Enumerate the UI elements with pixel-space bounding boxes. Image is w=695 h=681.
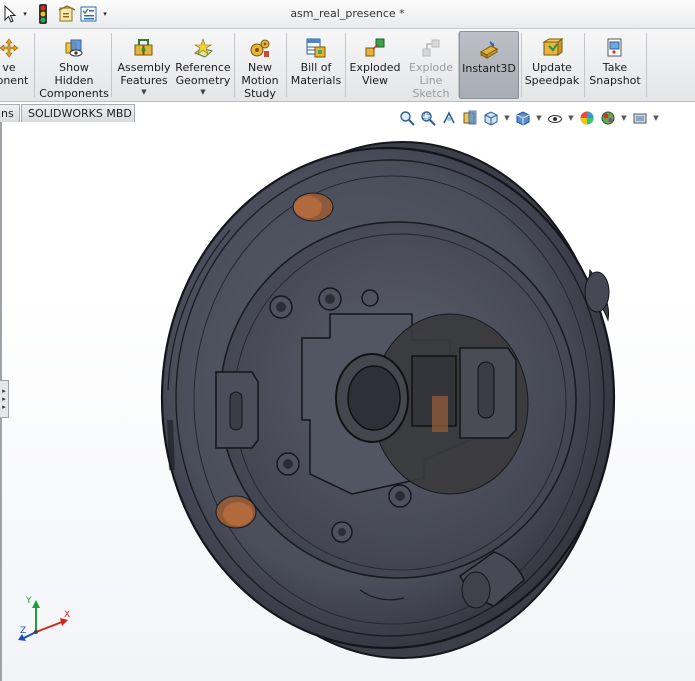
triad-y-label: Y — [26, 596, 32, 606]
ribbon-separator — [345, 33, 346, 97]
reference-triad: Y X Z — [16, 596, 76, 646]
command-manager-ribbon: ve ponent Show Hidden Components Assembl… — [0, 29, 695, 102]
chevron-down-icon[interactable]: ▼ — [652, 114, 660, 122]
explode-line-sketch-label: Explode Line Sketch — [409, 61, 453, 100]
instant3d-label: Instant3D — [462, 62, 516, 75]
window-title: asm_real_presence * — [290, 7, 405, 20]
assembly-features-button[interactable]: Assembly Features ▼ — [114, 31, 174, 99]
tab-solidworks-mbd[interactable]: SOLIDWORKS MBD — [21, 104, 135, 122]
chevron-down-icon[interactable]: ▼ — [535, 114, 543, 122]
explode-line-sketch-button[interactable]: Explode Line Sketch — [404, 31, 458, 100]
move-component-label: ve ponent — [0, 61, 29, 87]
ribbon-separator — [286, 33, 287, 97]
view-settings-icon[interactable] — [631, 109, 649, 127]
bill-of-materials-icon — [305, 37, 327, 59]
chevron-down-icon[interactable]: ▼ — [141, 88, 146, 97]
speedpak-icon — [541, 37, 564, 59]
ribbon-separator — [646, 33, 647, 97]
apply-scene-icon[interactable] — [599, 109, 617, 127]
zoom-to-fit-icon[interactable] — [398, 109, 416, 127]
triad-z-label: Z — [20, 626, 27, 636]
show-hidden-icon — [63, 37, 85, 59]
heads-up-view-toolbar: ▼ ▼ ▼ ▼ ▼ — [398, 108, 660, 128]
section-view-icon[interactable] — [461, 109, 479, 127]
explode-line-sketch-icon — [420, 37, 442, 59]
bill-of-materials-button[interactable]: Bill of Materials — [288, 31, 344, 99]
move-component-button[interactable]: ve ponent — [0, 31, 32, 99]
take-snapshot-label: Take Snapshot — [589, 61, 641, 87]
hide-show-items-icon[interactable] — [546, 109, 564, 127]
bill-of-materials-label: Bill of Materials — [290, 61, 342, 87]
exploded-view-icon — [364, 37, 386, 59]
panel-expand-handle[interactable]: ▸ ▸ ▸ — [0, 380, 9, 418]
instant3d-icon — [478, 38, 500, 60]
tab-partial[interactable]: ns — [0, 104, 20, 122]
exploded-view-button[interactable]: Exploded View — [347, 31, 403, 99]
show-hidden-components-button[interactable]: Show Hidden Components — [38, 31, 110, 100]
edit-appearance-icon[interactable] — [578, 109, 596, 127]
motion-study-icon — [249, 37, 271, 59]
new-motion-study-label: New Motion Study — [241, 61, 279, 100]
update-speedpak-label: Update Speedpak — [524, 61, 580, 87]
assembly-features-icon — [133, 37, 155, 59]
assembly-model-render[interactable] — [0, 122, 695, 681]
previous-view-icon[interactable] — [440, 109, 458, 127]
assembly-features-label: Assembly Features — [117, 61, 171, 87]
triad-x-label: X — [64, 610, 71, 620]
instant3d-button[interactable]: Instant3D — [459, 31, 519, 99]
view-orientation-icon[interactable] — [482, 109, 500, 127]
reference-geometry-label: Reference Geometry — [175, 61, 231, 87]
chevron-down-icon[interactable]: ▼ — [620, 114, 628, 122]
reference-geometry-button[interactable]: Reference Geometry ▼ — [174, 31, 232, 99]
chevron-down-icon[interactable]: ▼ — [200, 88, 205, 97]
exploded-view-label: Exploded View — [349, 61, 401, 87]
ribbon-separator — [34, 33, 35, 97]
take-snapshot-button[interactable]: Take Snapshot — [586, 31, 644, 99]
reference-geometry-icon — [192, 37, 214, 59]
move-component-icon — [0, 37, 20, 59]
graphics-area[interactable] — [0, 122, 695, 681]
snapshot-icon — [604, 37, 626, 59]
title-bar: ▾ ▾ asm_real_presence * — [0, 0, 695, 29]
ribbon-separator — [584, 33, 585, 97]
zoom-to-area-icon[interactable] — [419, 109, 437, 127]
chevron-down-icon[interactable]: ▼ — [503, 114, 511, 122]
update-speedpak-button[interactable]: Update Speedpak — [522, 31, 582, 99]
ribbon-separator — [111, 33, 112, 97]
new-motion-study-button[interactable]: New Motion Study — [236, 31, 284, 100]
show-hidden-components-label: Show Hidden Components — [39, 61, 109, 100]
display-style-icon[interactable] — [514, 109, 532, 127]
chevron-down-icon[interactable]: ▼ — [567, 114, 575, 122]
expand-arrows-icon: ▸ ▸ ▸ — [2, 387, 6, 411]
ribbon-separator — [234, 33, 235, 97]
